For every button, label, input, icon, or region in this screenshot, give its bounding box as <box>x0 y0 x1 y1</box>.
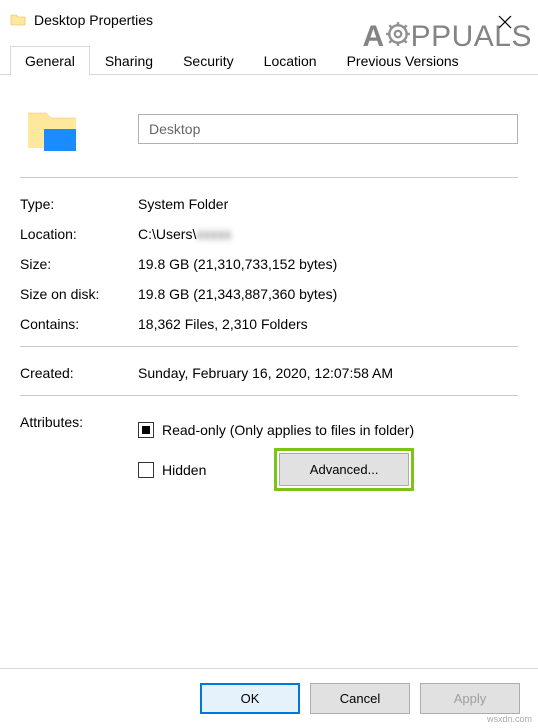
tab-location[interactable]: Location <box>249 46 332 75</box>
location-value: C:\Users\xxxxx <box>138 226 231 242</box>
advanced-button[interactable]: Advanced... <box>279 453 409 486</box>
small-watermark: wsxdn.com <box>487 714 532 724</box>
watermark-logo: APPUALS <box>362 20 532 55</box>
apply-button: Apply <box>420 683 520 714</box>
tab-security[interactable]: Security <box>168 46 249 75</box>
ok-button[interactable]: OK <box>200 683 300 714</box>
size-value: 19.8 GB (21,310,733,152 bytes) <box>138 256 337 272</box>
folder-large-icon <box>24 101 80 157</box>
hidden-checkbox[interactable] <box>138 462 154 478</box>
created-value: Sunday, February 16, 2020, 12:07:58 AM <box>138 365 393 381</box>
type-label: Type: <box>20 196 138 212</box>
cancel-button[interactable]: Cancel <box>310 683 410 714</box>
folder-icon <box>10 12 26 28</box>
created-label: Created: <box>20 365 138 381</box>
sizeondisk-value: 19.8 GB (21,343,887,360 bytes) <box>138 286 337 302</box>
tab-sharing[interactable]: Sharing <box>90 46 168 75</box>
hidden-label: Hidden <box>162 462 206 478</box>
contains-label: Contains: <box>20 316 138 332</box>
separator <box>20 395 518 396</box>
sizeondisk-label: Size on disk: <box>20 286 138 302</box>
readonly-checkbox[interactable] <box>138 422 154 438</box>
readonly-label: Read-only (Only applies to files in fold… <box>162 422 414 438</box>
highlight-annotation: Advanced... <box>274 448 414 491</box>
separator <box>20 177 518 178</box>
type-value: System Folder <box>138 196 228 212</box>
contains-value: 18,362 Files, 2,310 Folders <box>138 316 308 332</box>
location-label: Location: <box>20 226 138 242</box>
window-title: Desktop Properties <box>34 12 153 28</box>
size-label: Size: <box>20 256 138 272</box>
separator <box>20 346 518 347</box>
folder-name-input[interactable] <box>138 114 518 144</box>
attributes-label: Attributes: <box>20 414 138 430</box>
tab-general[interactable]: General <box>10 46 90 75</box>
